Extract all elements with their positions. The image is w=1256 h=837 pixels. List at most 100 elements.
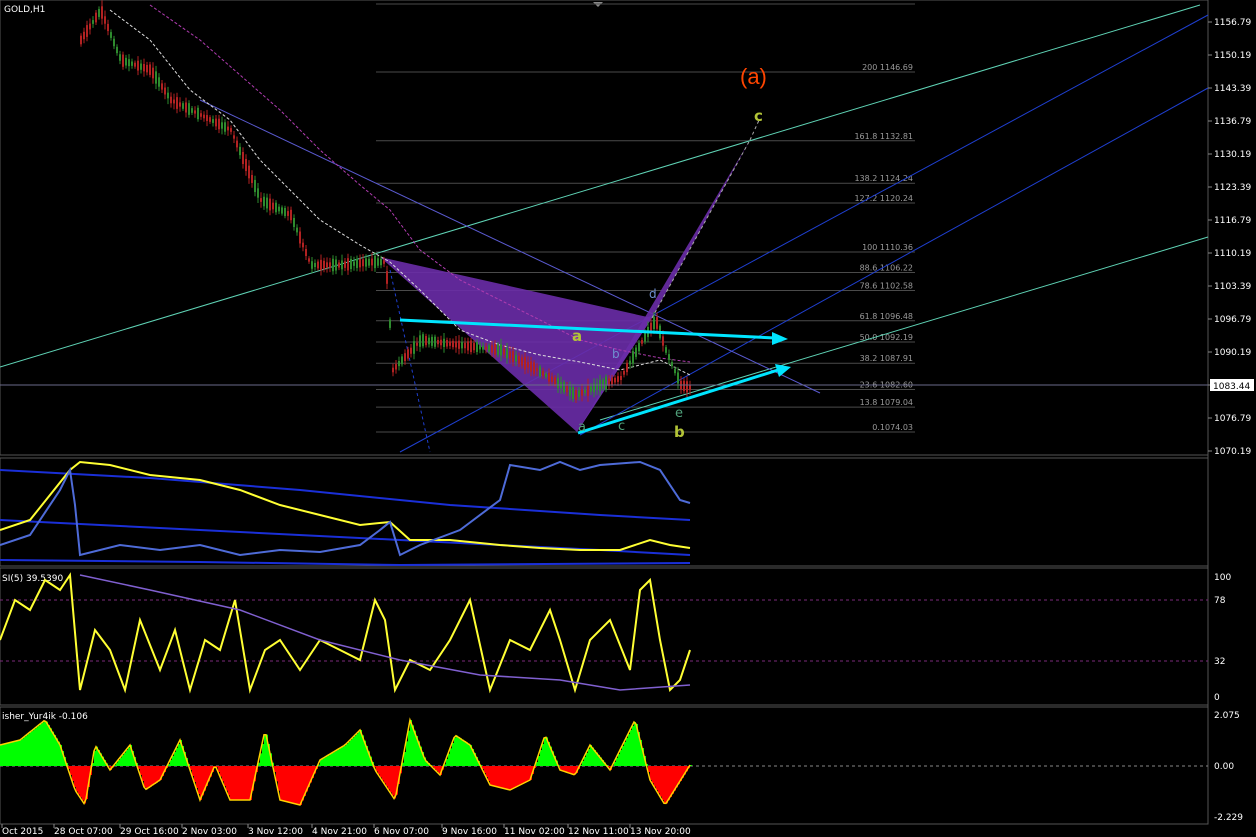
candle-body — [425, 336, 427, 346]
fib-level-label: 100 1110.36 — [862, 243, 913, 252]
fisher-bar — [672, 766, 674, 794]
fisher-bar — [50, 728, 52, 766]
candle-body — [215, 118, 217, 127]
fisher-bar — [192, 766, 194, 776]
price-tick-label: 1136.79 — [1214, 117, 1251, 127]
candle-body — [203, 114, 205, 119]
fisher-bar — [26, 735, 28, 766]
fisher-bar — [630, 730, 632, 766]
wave-label-a-mid: a — [572, 327, 582, 345]
candle-body — [140, 63, 142, 70]
candle-body — [233, 135, 235, 139]
fisher-bar — [36, 727, 38, 766]
fisher-bar — [356, 734, 358, 766]
candle-body — [449, 341, 451, 346]
fisher-bar — [262, 744, 264, 766]
fisher-bar — [122, 755, 124, 766]
candle-body — [323, 260, 325, 270]
candle-body — [428, 337, 430, 345]
time-tick-label: 6 Nov 07:00 — [374, 827, 429, 837]
candle-body — [536, 368, 538, 372]
candle-body — [473, 343, 475, 351]
fisher-bar — [468, 743, 470, 766]
fisher-bar — [48, 725, 50, 766]
candle-body — [218, 118, 220, 130]
fisher-bar — [562, 766, 564, 771]
chart-window: 200 1146.69161.8 1132.81138.2 1124.24127… — [0, 0, 1254, 837]
fisher-bar — [466, 742, 468, 766]
fisher-bar — [230, 766, 232, 800]
fisher-bar — [458, 737, 460, 766]
fisher-bar — [668, 766, 670, 801]
candle-body — [443, 338, 445, 348]
price-tick-label: 1143.39 — [1214, 84, 1251, 94]
fisher-bar — [622, 746, 624, 766]
candle-body — [212, 119, 214, 123]
fisher-tick-label: -2.229 — [1214, 813, 1243, 823]
fisher-bar — [522, 766, 524, 784]
candle-body — [362, 259, 364, 267]
time-tick-label: 12 Nov 11:00 — [568, 827, 629, 837]
rsi-tick-label: 32 — [1214, 657, 1225, 667]
fisher-bar — [194, 766, 196, 782]
fisher-bar — [618, 754, 620, 766]
candle-body — [122, 54, 124, 67]
time-tick-label: 9 Nov 16:00 — [442, 827, 497, 837]
fisher-bar — [198, 766, 200, 794]
fisher-bar — [44, 720, 46, 766]
fisher-bar — [626, 738, 628, 766]
candle-body — [125, 57, 127, 66]
wave-label-b-bottom: b — [674, 423, 685, 441]
fisher-bar — [126, 750, 128, 766]
wave-label-a-upper: (a) — [740, 64, 767, 89]
candle-body — [620, 375, 622, 381]
fisher-bar — [664, 766, 666, 804]
price-tick-label: 1150.19 — [1214, 51, 1251, 61]
fisher-bar — [52, 731, 54, 766]
candle-body — [533, 362, 535, 374]
fisher-bar — [514, 766, 516, 788]
candle-body — [293, 218, 295, 227]
candle-body — [581, 389, 583, 396]
fisher-bar — [662, 766, 664, 800]
fisher-bar — [46, 721, 48, 766]
candle-body — [230, 128, 232, 132]
candle-body — [284, 207, 286, 217]
fisher-bar — [354, 736, 356, 766]
candle-body — [158, 77, 160, 87]
candle-body — [272, 202, 274, 210]
candle-body — [500, 344, 502, 356]
fisher-bar — [652, 766, 654, 784]
candle-body — [521, 357, 523, 366]
fisher-bar — [10, 742, 12, 766]
fisher-bar — [156, 766, 158, 783]
candle-body — [557, 378, 559, 389]
fisher-bar — [328, 755, 330, 766]
fisher-bar — [336, 750, 338, 766]
price-tick-label: 1090.19 — [1214, 348, 1251, 358]
fisher-bar — [666, 766, 668, 804]
candle-body — [275, 202, 277, 213]
fisher-bar — [334, 751, 336, 766]
candle-body — [494, 343, 496, 355]
fisher-bar — [148, 766, 150, 788]
candle-body — [677, 372, 679, 384]
candle-body — [80, 35, 82, 45]
rsi-panel[interactable] — [0, 567, 1209, 706]
fisher-bar — [660, 766, 662, 797]
fisher-bar — [278, 766, 280, 791]
fisher-bar — [120, 757, 122, 766]
fisher-bar — [346, 744, 348, 766]
candle-body — [281, 207, 283, 214]
fisher-bar — [178, 744, 180, 766]
candle-body — [314, 262, 316, 268]
wave-label-d-small: d — [649, 287, 657, 301]
time-axis: Oct 2015 28 Oct 07:00 29 Oct 16:00 2 Nov 03… — [1, 824, 691, 837]
candle-body — [113, 38, 115, 47]
candle-body — [503, 348, 505, 355]
fisher-bar — [410, 720, 412, 766]
candle-body — [287, 211, 289, 216]
fisher-bar — [462, 739, 464, 766]
candle-body — [662, 336, 664, 346]
fisher-bar — [510, 766, 512, 790]
